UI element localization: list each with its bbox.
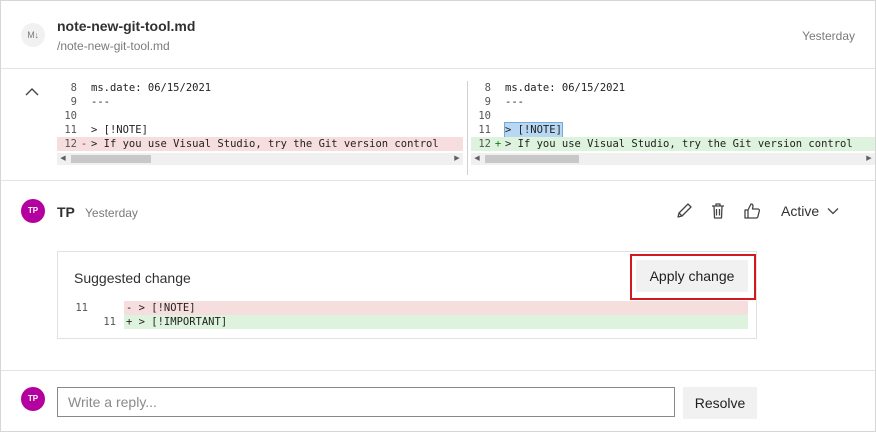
diff-line: 10 (471, 109, 875, 123)
code-text: --- (505, 96, 524, 108)
diff-marker (491, 109, 505, 123)
apply-change-button[interactable]: Apply change (636, 260, 748, 292)
markdown-file-icon: M↓ (21, 23, 45, 47)
code-text: ms.date: 06/15/2021 (91, 82, 212, 94)
comment-timestamp: Yesterday (85, 206, 138, 220)
diff-marker (77, 81, 91, 95)
code-text: > If you use Visual Studio, try the Git … (505, 138, 853, 150)
comment-author: TP (57, 204, 75, 220)
line-number: 10 (64, 110, 77, 122)
file-timestamp: Yesterday (802, 29, 855, 43)
resolve-button[interactable]: Resolve (683, 387, 757, 419)
reply-input[interactable] (57, 387, 675, 417)
file-path: /note-new-git-tool.md (57, 39, 170, 53)
reply-avatar: TP (21, 387, 45, 411)
diff-line: 12 + > If you use Visual Studio, try the G… (471, 137, 875, 151)
suggested-change-box: Suggested change Apply change 11 - > [!NO… (57, 251, 757, 339)
diff-marker (491, 123, 505, 137)
suggested-line: 11 - > [!NOTE] (58, 301, 756, 315)
diff-marker: + (494, 138, 502, 150)
file-name[interactable]: note-new-git-tool.md (57, 18, 195, 34)
suggested-line: 11 + > [!IMPORTANT] (58, 315, 756, 329)
diff-line: 11 > [!NOTE] (57, 123, 463, 137)
new-line-number: 11 (103, 316, 116, 328)
line-number: 9 (70, 96, 77, 108)
diff-marker: - (80, 138, 88, 150)
diff-divider (467, 81, 468, 175)
diff-line: 9 --- (57, 95, 463, 109)
code-text: > If you use Visual Studio, try the Git … (91, 138, 439, 150)
status-label: Active (781, 203, 820, 219)
line-number: 8 (70, 82, 77, 94)
code-text: ms.date: 06/15/2021 (505, 82, 626, 94)
code-text: > [!NOTE] (91, 124, 148, 136)
delete-icon[interactable] (707, 200, 729, 222)
diff-marker (77, 95, 91, 109)
scroll-right-arrow-icon[interactable]: ▶ (863, 153, 875, 165)
diff-area: 8 ms.date: 06/15/2021 9 --- 10 11 > [!NOTE… (1, 69, 875, 181)
diff-line: 8 ms.date: 06/15/2021 (57, 81, 463, 95)
line-number: 9 (484, 96, 491, 108)
line-number: 11 (478, 124, 491, 136)
avatar: TP (21, 199, 45, 223)
line-number: 11 (64, 124, 77, 136)
diff-marker (491, 81, 505, 95)
chevron-up-icon[interactable] (23, 85, 41, 99)
file-header: M↓ note-new-git-tool.md /note-new-git-to… (1, 1, 875, 69)
diff-marker (77, 123, 91, 137)
diff-line: 8 ms.date: 06/15/2021 (471, 81, 875, 95)
edit-icon[interactable] (673, 200, 695, 222)
scrollbar-thumb[interactable] (71, 155, 151, 163)
horizontal-scrollbar-left[interactable]: ◀ ▶ (57, 153, 463, 165)
horizontal-scrollbar-right[interactable]: ◀ ▶ (471, 153, 875, 165)
diff-line: 9 --- (471, 95, 875, 109)
line-number: 12 (64, 138, 77, 150)
code-text: > [!NOTE] (504, 122, 563, 138)
suggested-code-text: + > [!IMPORTANT] (124, 315, 748, 329)
suggested-change-title: Suggested change (74, 270, 191, 286)
pr-comment-thread: M↓ note-new-git-tool.md /note-new-git-to… (0, 0, 876, 432)
diff-marker (491, 95, 505, 109)
scroll-right-arrow-icon[interactable]: ▶ (451, 153, 463, 165)
old-line-number: 11 (75, 302, 88, 314)
like-icon[interactable] (741, 200, 763, 222)
scroll-left-arrow-icon[interactable]: ◀ (57, 153, 69, 165)
diff-marker (77, 109, 91, 123)
diff-line: 12- > If you use Visual Studio, try the G… (57, 137, 463, 151)
line-number: 8 (484, 82, 491, 94)
line-number: 12 (478, 138, 491, 150)
line-number: 10 (478, 110, 491, 122)
status-dropdown[interactable]: Active (773, 199, 853, 223)
chevron-down-icon (827, 208, 839, 215)
code-text: --- (91, 96, 110, 108)
reply-separator (1, 370, 875, 371)
scrollbar-thumb[interactable] (485, 155, 579, 163)
suggested-code-text: - > [!NOTE] (124, 301, 748, 315)
diff-line: 11 > [!NOTE] (471, 122, 875, 138)
scroll-left-arrow-icon[interactable]: ◀ (471, 153, 483, 165)
diff-line: 10 (57, 109, 463, 123)
